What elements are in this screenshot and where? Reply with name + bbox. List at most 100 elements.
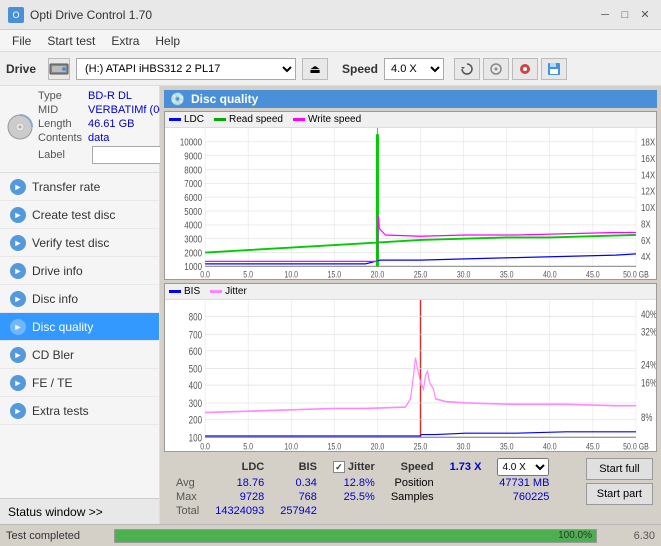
svg-text:5.0: 5.0 [243,440,253,451]
position-label: Position [383,476,442,490]
chart-top-area: 10000 9000 8000 7000 6000 5000 4000 3000… [165,128,656,279]
content-area: 💿 Disc quality LDC Read speed [160,86,661,524]
stats-speed-select[interactable]: 4.0 X [497,458,549,476]
legend-read-speed-label: Read speed [229,114,283,125]
action-buttons: Start full Start part [586,458,653,505]
nav-label-fe-te: FE / TE [32,376,72,390]
sidebar: Type BD-R DL MID VERBATIMf (000) Length … [0,86,160,524]
menu-help[interactable]: Help [147,32,188,50]
stats-max-row: Max 9728 768 25.5% Samples 760225 [168,490,557,504]
nav-drive-info[interactable]: ► Drive info [0,257,159,285]
chart-top-legend: LDC Read speed Write speed [165,112,656,128]
status-window-button[interactable]: Status window >> [0,498,159,524]
total-label: Total [168,504,207,518]
svg-text:12X: 12X [641,186,655,197]
eject-button[interactable]: ⏏ [302,58,328,80]
drive-label: Drive [6,62,42,76]
svg-text:8000: 8000 [184,164,202,175]
svg-text:5000: 5000 [184,206,202,217]
save-button[interactable] [541,58,567,80]
titlebar-left: O Opti Drive Control 1.70 [8,7,152,23]
svg-text:9000: 9000 [184,151,202,162]
nav-create-test-disc[interactable]: ► Create test disc [0,201,159,229]
drive-select[interactable]: (H:) ATAPI iHBS312 2 PL17 [76,58,296,80]
nav-disc-quality[interactable]: ► Disc quality [0,313,159,341]
svg-text:500: 500 [189,364,202,377]
svg-text:10.0: 10.0 [284,270,298,279]
menu-start-test[interactable]: Start test [39,32,103,50]
total-bis: 257942 [272,504,325,518]
svg-text:7000: 7000 [184,178,202,189]
menu-extra[interactable]: Extra [103,32,147,50]
nav-icon-create-test-disc: ► [10,207,26,223]
svg-text:8X: 8X [641,219,651,230]
nav-items: ► Transfer rate ► Create test disc ► Ver… [0,173,159,498]
svg-text:25.0: 25.0 [414,440,428,451]
contents-val: data [88,132,109,144]
col-header-speed-select: 4.0 X [489,458,557,476]
start-part-button[interactable]: Start part [586,483,653,505]
avg-label: Avg [168,476,207,490]
svg-text:2000: 2000 [184,247,202,258]
main-layout: Type BD-R DL MID VERBATIMf (000) Length … [0,86,661,524]
disc-panel: Type BD-R DL MID VERBATIMf (000) Length … [0,86,159,173]
max-bis: 768 [272,490,325,504]
svg-text:6X: 6X [641,235,651,246]
status-window-label: Status window >> [8,505,103,519]
svg-text:8%: 8% [641,412,653,425]
svg-text:5.0: 5.0 [243,270,253,279]
chart-top-svg: 10000 9000 8000 7000 6000 5000 4000 3000… [165,128,656,279]
nav-verify-test-disc[interactable]: ► Verify test disc [0,229,159,257]
legend-jitter-label: Jitter [225,286,247,297]
app-icon: O [8,7,24,23]
svg-text:18X: 18X [641,137,655,148]
nav-icon-transfer-rate: ► [10,179,26,195]
erase-button[interactable] [512,58,538,80]
col-header-empty [168,458,207,476]
label-key: Label [38,149,88,161]
stats-table: LDC BIS ✓ Jitter Speed [168,458,557,518]
nav-disc-info[interactable]: ► Disc info [0,285,159,313]
nav-fe-te[interactable]: ► FE / TE [0,369,159,397]
start-full-button[interactable]: Start full [586,458,653,480]
nav-transfer-rate[interactable]: ► Transfer rate [0,173,159,201]
stats-bar: LDC BIS ✓ Jitter Speed [164,455,657,520]
svg-text:700: 700 [189,329,202,342]
close-button[interactable]: ✕ [637,7,653,23]
menu-file[interactable]: File [4,32,39,50]
disc-button[interactable] [483,58,509,80]
svg-text:6000: 6000 [184,192,202,203]
total-speed-empty [383,504,442,518]
menubar: File Start test Extra Help [0,30,661,52]
type-key: Type [38,90,88,102]
refresh-button[interactable] [454,58,480,80]
nav-icon-disc-quality: ► [10,319,26,335]
max-label: Max [168,490,207,504]
col-header-ldc: LDC [207,458,272,476]
svg-text:15.0: 15.0 [328,270,342,279]
stats-total-row: Total 14324093 257942 [168,504,557,518]
avg-bis: 0.34 [272,476,325,490]
nav-extra-tests[interactable]: ► Extra tests [0,397,159,425]
svg-text:40.0: 40.0 [543,440,557,451]
nav-icon-drive-info: ► [10,263,26,279]
samples-val: 760225 [442,490,558,504]
titlebar-controls: ─ □ ✕ [597,7,653,23]
speed-select[interactable]: 4.0 X 2.0 X 1.0 X [384,58,444,80]
svg-text:40.0: 40.0 [543,270,557,279]
nav-cd-bler[interactable]: ► CD Bler [0,341,159,369]
minimize-button[interactable]: ─ [597,7,613,23]
svg-text:30.0: 30.0 [457,440,471,451]
svg-text:50.0 GB: 50.0 GB [623,270,649,279]
legend-write-speed-label: Write speed [308,114,361,125]
svg-text:35.0: 35.0 [500,270,514,279]
nav-label-cd-bler: CD Bler [32,348,74,362]
max-ldc: 9728 [207,490,272,504]
jitter-checkbox[interactable]: ✓ [333,461,345,473]
svg-text:10000: 10000 [180,137,202,148]
position-val: 47731 MB [442,476,558,490]
maximize-button[interactable]: □ [617,7,633,23]
panel-title: 💿 Disc quality [164,90,657,108]
drive-action-buttons [454,58,567,80]
stats-header-row: LDC BIS ✓ Jitter Speed [168,458,557,476]
